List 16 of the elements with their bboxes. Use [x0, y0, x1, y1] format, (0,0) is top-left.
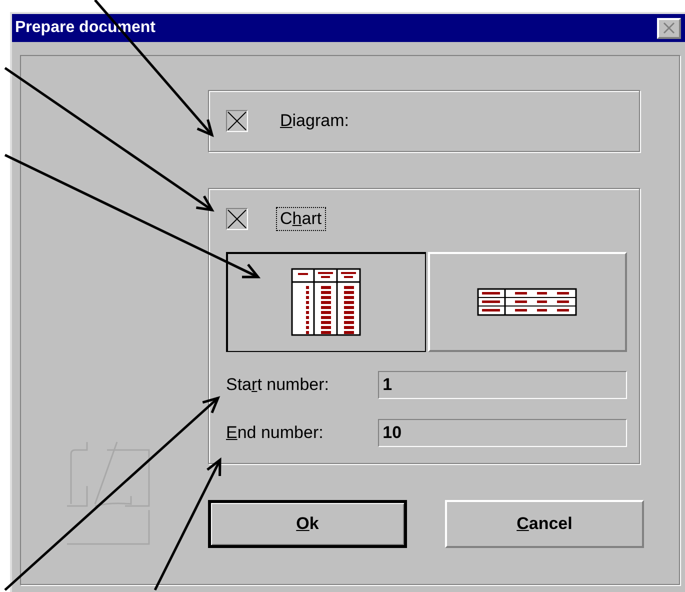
dialog-button[interactable]: Cancel: [445, 500, 644, 548]
horizontal-table-icon: [477, 288, 578, 316]
checkbox[interactable]: [226, 110, 248, 132]
close-icon: [662, 21, 676, 35]
checkbox-label: Diagram:: [279, 110, 350, 132]
input-field[interactable]: 10: [378, 419, 627, 447]
vertical-table-icon: [291, 268, 362, 338]
dialog-button[interactable]: Ok: [208, 500, 407, 548]
checkbox[interactable]: [226, 208, 248, 230]
window-title: Prepare document: [15, 19, 156, 37]
close-button[interactable]: [657, 18, 681, 38]
field-label: Start number:: [226, 375, 330, 395]
input-field[interactable]: 1: [378, 371, 627, 399]
checkbox-label: Chart: [276, 207, 326, 231]
layout-option[interactable]: [226, 252, 426, 352]
field-label: End number:: [226, 423, 324, 443]
